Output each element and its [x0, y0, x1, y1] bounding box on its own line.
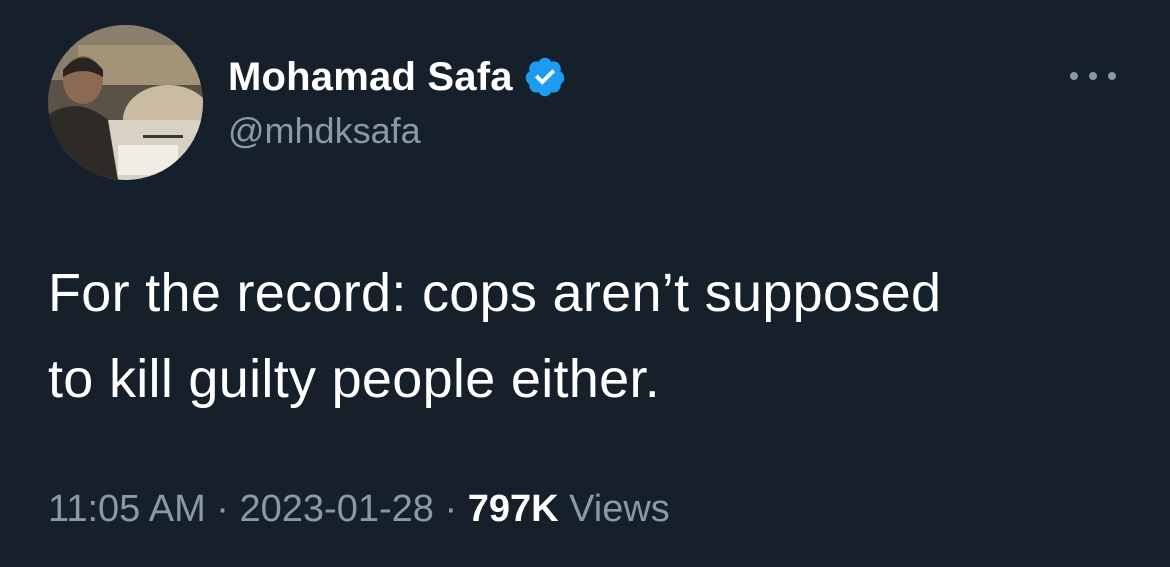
meta-separator: ·: [205, 488, 240, 530]
views-count: 797K: [467, 488, 559, 530]
tweet-card: Mohamad Safa @mhdksafa For the record: c…: [0, 0, 1170, 567]
tweet-text: For the record: cops aren’t supposed to …: [48, 250, 1138, 422]
more-dot: [1108, 72, 1116, 80]
tweet-text-line: For the record: cops aren’t supposed: [48, 263, 942, 323]
meta-separator: ·: [433, 488, 468, 530]
verified-badge-icon: [525, 57, 564, 97]
avatar[interactable]: [48, 25, 203, 180]
more-options-icon[interactable]: [1070, 64, 1116, 88]
author-handle[interactable]: @mhdksafa: [228, 110, 421, 152]
tweet-date[interactable]: 2023-01-28: [240, 488, 434, 530]
more-dot: [1070, 72, 1078, 80]
tweet-text-line: to kill guilty people either.: [48, 349, 661, 409]
avatar-photo: [48, 25, 203, 180]
tweet-time[interactable]: 11:05 AM: [48, 488, 206, 530]
author-name-row[interactable]: Mohamad Safa: [228, 52, 567, 102]
author-display-name[interactable]: Mohamad Safa: [228, 55, 513, 100]
more-dot: [1089, 72, 1097, 80]
views-label: Views: [569, 488, 670, 530]
tweet-metadata: 11:05 AM · 2023-01-28 · 797K Views: [48, 488, 670, 531]
